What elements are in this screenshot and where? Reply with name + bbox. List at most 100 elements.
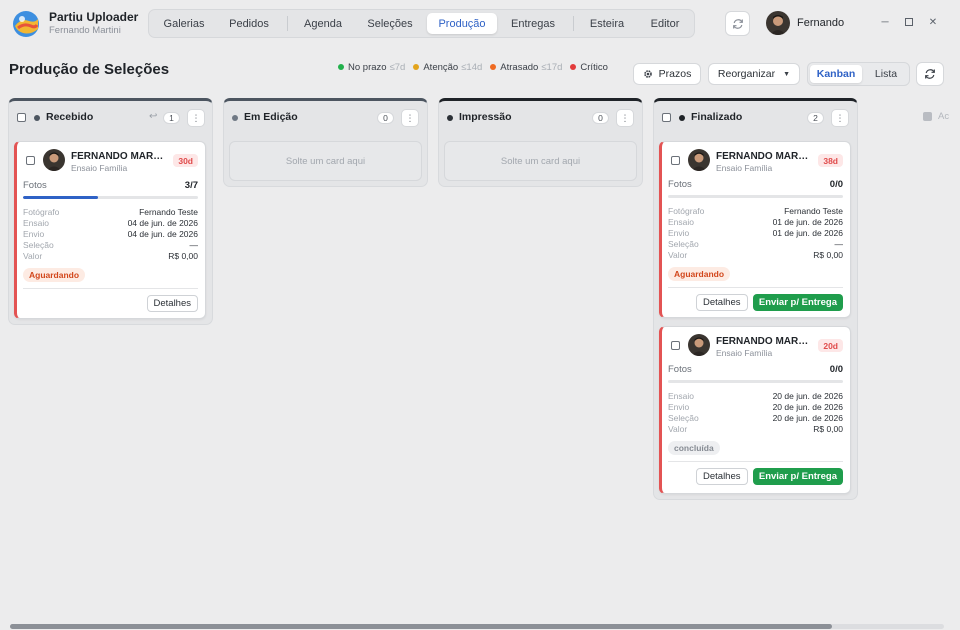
minimize-icon[interactable]: ─ <box>879 16 891 28</box>
refresh-icon <box>732 18 743 29</box>
card-divider <box>668 461 843 462</box>
drop-zone[interactable]: Solte um card aqui <box>229 141 422 181</box>
column-header: Impressão 0 ⋮ <box>439 108 642 128</box>
column-impressao: Impressão 0 ⋮ Solte um card aqui <box>438 98 643 187</box>
send-to-delivery-button[interactable]: Enviar p/ Entrega <box>752 294 843 311</box>
select-all-checkbox[interactable] <box>17 113 26 122</box>
card-checkbox[interactable] <box>671 341 680 350</box>
nav-agenda[interactable]: Agenda <box>294 13 352 34</box>
column-count-badge: 0 <box>377 112 394 124</box>
drop-zone[interactable]: Solte um card aqui <box>444 141 637 181</box>
production-card[interactable]: FERNANDO MARTINI Ensaio Família 30d Foto… <box>14 141 206 319</box>
card-checkbox[interactable] <box>26 156 35 165</box>
nav-editor[interactable]: Editor <box>639 13 691 34</box>
column-menu-button[interactable]: ⋮ <box>187 109 205 127</box>
field-label: Envio <box>668 402 690 412</box>
prazos-button[interactable]: Prazos <box>633 63 701 85</box>
status-badge: Aguardando <box>668 267 731 281</box>
app-subtitle: Fernando Martini <box>49 25 121 36</box>
field-value: 04 de jun. de 2026 <box>127 218 198 228</box>
session-type: Ensaio Família <box>716 348 773 358</box>
column-header: Finalizado 2 ⋮ <box>654 108 857 128</box>
undo-icon[interactable]: ↩ <box>149 111 157 122</box>
field-label: Ensaio <box>668 217 694 227</box>
red-dot-icon <box>570 64 577 70</box>
progress-fill <box>23 196 99 199</box>
nav-producao[interactable]: Produção <box>427 13 497 34</box>
details-button[interactable]: Detalhes <box>696 468 748 485</box>
column-menu-button[interactable]: ⋮ <box>831 109 849 127</box>
column-finalizado: Finalizado 2 ⋮ FERNANDO MARTINI Ensaio F… <box>653 98 858 500</box>
column-menu-button[interactable]: ⋮ <box>401 109 419 127</box>
details-button[interactable]: Detalhes <box>696 294 748 311</box>
nav-entregas[interactable]: Entregas <box>501 13 565 34</box>
client-name: FERNANDO MARTINI <box>71 151 166 162</box>
nav-pedidos[interactable]: Pedidos <box>218 13 280 34</box>
view-lista-button[interactable]: Lista <box>864 65 908 83</box>
client-avatar <box>688 149 710 171</box>
green-dot-icon <box>338 64 344 70</box>
refresh-button[interactable] <box>916 62 944 86</box>
field-label: Fotógrafo <box>668 206 705 216</box>
card-divider <box>668 287 843 288</box>
main-nav: Galerias Pedidos Agenda Seleções Produçã… <box>148 9 695 38</box>
scrollbar-thumb[interactable] <box>10 624 832 629</box>
field-value: — <box>189 240 199 250</box>
column-em-edicao: Em Edição 0 ⋮ Solte um card aqui <box>223 98 428 187</box>
field-value: R$ 0,00 <box>168 251 198 261</box>
column-count-badge: 1 <box>163 112 180 124</box>
reorganizar-dropdown[interactable]: Reorganizar ▼ <box>708 63 800 85</box>
nav-selecoes[interactable]: Seleções <box>356 13 424 34</box>
horizontal-scrollbar[interactable] <box>0 621 960 630</box>
view-kanban-button[interactable]: Kanban <box>810 65 862 83</box>
view-toggle: Kanban Lista <box>807 62 910 86</box>
age-badge: 38d <box>818 154 843 167</box>
send-to-delivery-button[interactable]: Enviar p/ Entrega <box>752 468 843 485</box>
close-icon[interactable]: ✕ <box>927 16 939 28</box>
card-checkbox[interactable] <box>671 156 680 165</box>
nav-galerias[interactable]: Galerias <box>154 13 214 34</box>
column-title: Finalizado <box>691 111 743 123</box>
column-header: Recebido ↩ 1 ⋮ <box>9 108 212 128</box>
field-value: 01 de jun. de 2026 <box>772 217 843 227</box>
photos-label: Fotos <box>23 180 47 191</box>
field-label: Ensaio <box>23 218 49 228</box>
details-button[interactable]: Detalhes <box>146 295 198 312</box>
column-title: Recebido <box>46 111 94 123</box>
photos-count: 0/0 <box>829 179 843 190</box>
column-menu-button[interactable]: ⋮ <box>616 109 634 127</box>
legend-item: Crítico <box>570 62 608 73</box>
photos-progress-bar <box>23 196 198 199</box>
nav-esteira[interactable]: Esteira <box>579 13 635 34</box>
maximize-icon[interactable] <box>903 16 915 28</box>
field-value: 01 de jun. de 2026 <box>772 228 843 238</box>
client-name: FERNANDO MARTINI <box>716 336 811 347</box>
orange-dot-icon <box>490 64 497 70</box>
app-logo-icon <box>11 9 41 39</box>
client-name: FERNANDO MARTINI <box>716 151 811 162</box>
legend-item: Atenção ≤14d <box>413 62 482 73</box>
user-name[interactable]: Fernando <box>797 17 844 29</box>
production-card[interactable]: FERNANDO MARTINI Ensaio Família 20d Foto… <box>659 326 851 494</box>
field-value: R$ 0,00 <box>813 250 843 260</box>
legend-label: Atenção <box>423 61 459 73</box>
status-dot-icon <box>34 115 40 121</box>
refresh-icon <box>925 69 935 79</box>
select-all-checkbox[interactable] <box>662 113 671 122</box>
user-avatar[interactable] <box>766 11 790 35</box>
column-recebido: Recebido ↩ 1 ⋮ FERNANDO MARTINI Ensaio F… <box>8 98 213 325</box>
photos-label: Fotos <box>668 179 692 190</box>
status-badge: Aguardando <box>23 268 86 282</box>
field-value: 20 de jun. de 2026 <box>772 402 843 412</box>
top-bar: Partiu Uploader Fernando Martini Galeria… <box>0 0 960 47</box>
legend-item: Atrasado ≤17d <box>490 62 562 73</box>
sync-button[interactable] <box>725 11 750 36</box>
field-label: Seleção <box>668 239 699 249</box>
status-dot-icon <box>679 115 685 121</box>
field-label: Valor <box>668 250 688 260</box>
add-column-button[interactable]: Ac <box>923 111 949 122</box>
legend-threshold: ≤7d <box>389 61 406 73</box>
age-badge: 30d <box>173 154 198 167</box>
production-card[interactable]: FERNANDO MARTINI Ensaio Família 38d Foto… <box>659 141 851 318</box>
legend-threshold: ≤17d <box>541 61 563 73</box>
